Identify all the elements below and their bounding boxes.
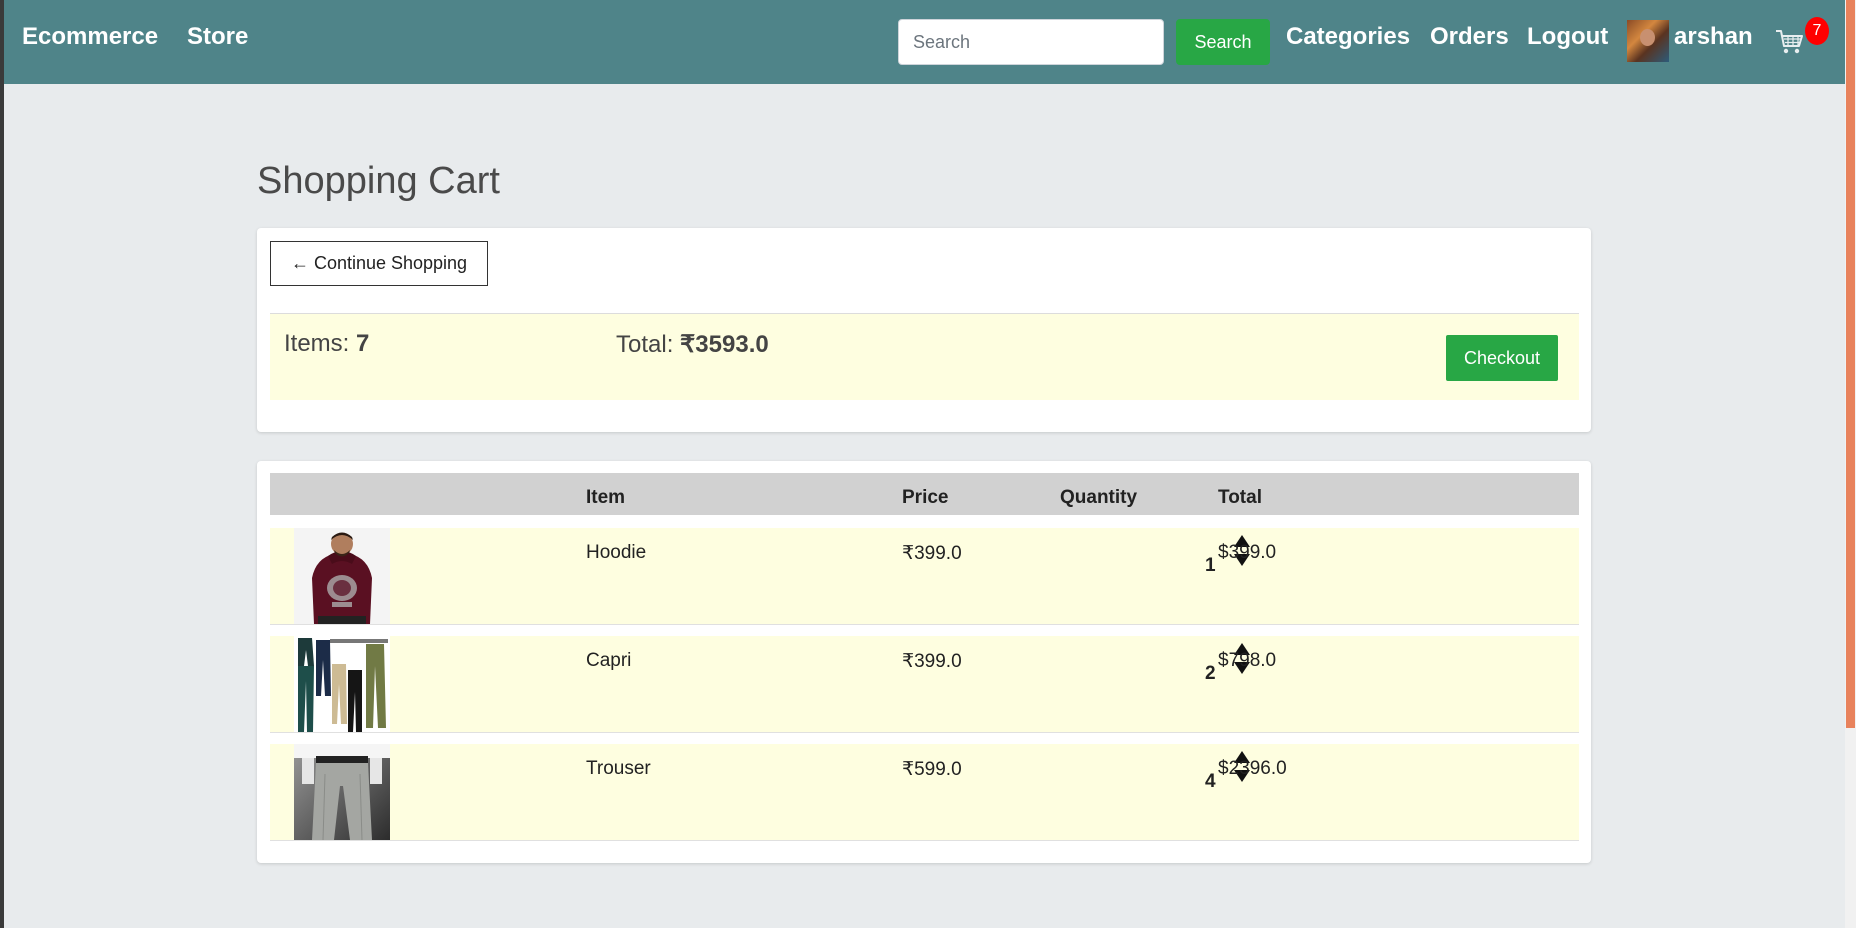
- search-button[interactable]: Search: [1176, 19, 1270, 65]
- item-name: Trouser: [586, 758, 651, 779]
- username-link[interactable]: arshan: [1674, 23, 1753, 51]
- header-total: Total: [1218, 487, 1262, 508]
- cart-summary-bar: Items: 7 Total: ₹3593.0 Checkout: [270, 314, 1579, 400]
- scrollbar-thumb[interactable]: [1846, 0, 1855, 728]
- avatar-face-graphic: [1640, 29, 1655, 46]
- item-name: Capri: [586, 650, 632, 671]
- shopping-cart-icon[interactable]: [1775, 28, 1805, 56]
- item-total: $798.0: [1218, 650, 1277, 671]
- header-item: Item: [586, 487, 626, 508]
- item-name: Hoodie: [586, 542, 647, 563]
- items-label: Items:: [284, 330, 357, 357]
- capri-product-image: [294, 636, 390, 732]
- cart-items-card: Item Price Quantity Total Hoodie ₹399.0 …: [257, 461, 1591, 863]
- hoodie-product-image: [294, 528, 390, 624]
- item-price: ₹399.0: [902, 543, 962, 564]
- vertical-scrollbar[interactable]: [1845, 0, 1856, 928]
- search-input[interactable]: [898, 19, 1164, 65]
- categories-link[interactable]: Categories: [1286, 23, 1410, 51]
- item-quantity: 2: [1205, 663, 1216, 684]
- header-price: Price: [902, 487, 949, 508]
- cart-total: Total: ₹3593.0: [616, 330, 769, 359]
- checkout-button[interactable]: Checkout: [1446, 335, 1558, 381]
- item-total: $2396.0: [1218, 758, 1287, 779]
- item-price: ₹399.0: [902, 651, 962, 672]
- items-count: Items: 7: [284, 330, 369, 358]
- user-avatar[interactable]: [1627, 20, 1669, 62]
- navbar: Ecommerce Store Search Categories Orders…: [4, 0, 1845, 84]
- item-total: $399.0: [1218, 542, 1277, 563]
- total-label: Total:: [616, 331, 681, 358]
- brand-link[interactable]: Ecommerce: [22, 23, 158, 51]
- items-value: 7: [356, 330, 370, 357]
- table-row: Hoodie ₹399.0 1 $399.0: [270, 528, 1579, 625]
- trouser-product-image: [294, 744, 390, 840]
- store-link[interactable]: Store: [187, 23, 248, 51]
- continue-shopping-button[interactable]: ← Continue Shopping: [270, 241, 488, 286]
- item-quantity: 4: [1205, 771, 1216, 792]
- table-row: Capri ₹399.0 2 $798.0: [270, 636, 1579, 733]
- total-value: ₹3593.0: [680, 331, 769, 358]
- page-title: Shopping Cart: [257, 160, 500, 202]
- cart-summary-card: ← Continue Shopping Items: 7 Total: ₹359…: [257, 228, 1591, 432]
- item-price: ₹599.0: [902, 759, 962, 780]
- orders-link[interactable]: Orders: [1430, 23, 1509, 51]
- logout-link[interactable]: Logout: [1527, 23, 1608, 51]
- window-left-edge: [0, 0, 4, 928]
- table-header: Item Price Quantity Total: [270, 473, 1579, 515]
- item-quantity: 1: [1205, 555, 1216, 576]
- header-quantity: Quantity: [1060, 487, 1138, 508]
- table-row: Trouser ₹599.0 4 $2396.0: [270, 744, 1579, 841]
- cart-count-badge: 7: [1805, 17, 1829, 45]
